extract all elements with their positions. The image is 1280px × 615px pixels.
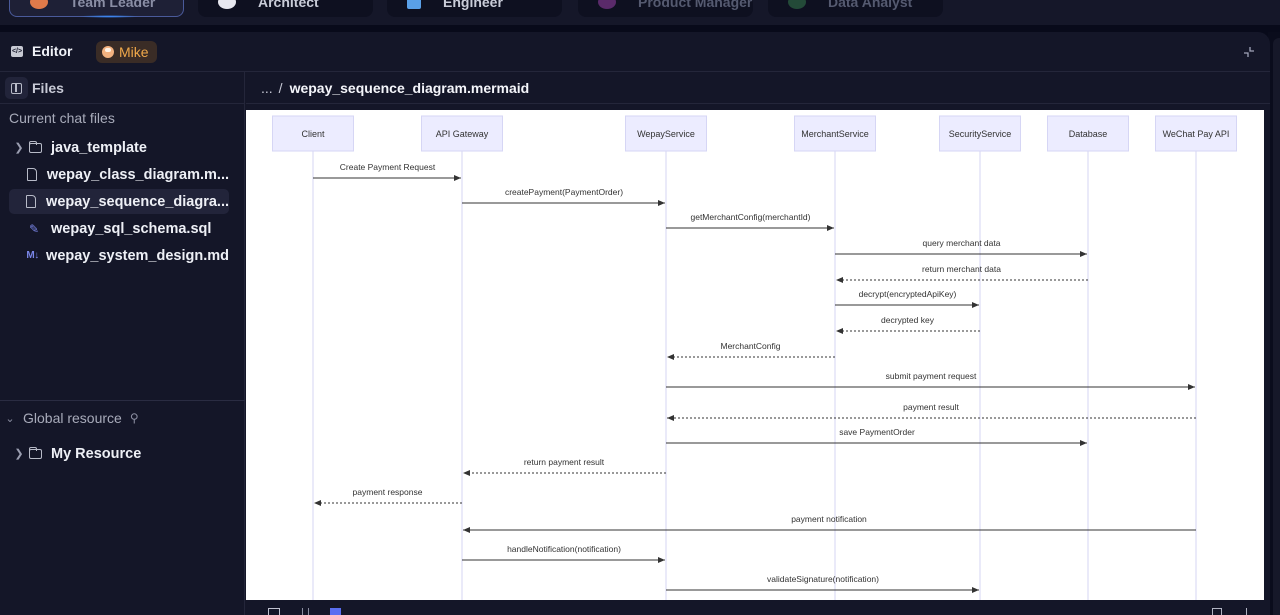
tree-item-sql-schema[interactable]: ✎ wepay_sql_schema.sql: [9, 216, 229, 241]
tree-item-label: wepay_system_design.md: [46, 247, 229, 264]
diagram-canvas[interactable]: Client API Gateway WepayService MerchantSer…: [246, 110, 1264, 600]
avatar: [102, 46, 114, 58]
color-icon[interactable]: [330, 608, 341, 615]
role-tab-product-manager[interactable]: Product Manager: [578, 0, 753, 17]
sql-file-icon: ✎: [29, 221, 40, 236]
settings-icon[interactable]: [268, 608, 280, 615]
user-chip[interactable]: Mike: [96, 41, 157, 63]
files-label: Files: [32, 80, 64, 96]
global-resource-header[interactable]: ⌄ Global resource ⚲: [0, 408, 139, 428]
tree-item-label: wepay_sql_schema.sql: [51, 220, 212, 237]
role-tab-label: Product Manager: [638, 0, 753, 10]
role-tab-label: Architect: [258, 0, 319, 10]
actor-label: MerchantService: [801, 129, 869, 139]
message-label: getMerchantConfig(merchantId): [690, 212, 810, 222]
breadcrumb-file: wepay_sequence_diagram.mermaid: [289, 79, 530, 96]
breadcrumb-separator: /: [278, 79, 283, 96]
person-lock-icon: ⚲: [129, 411, 139, 425]
role-tab-label: Team Leader: [70, 0, 156, 10]
message-label: payment result: [903, 402, 959, 412]
chevron-down-icon[interactable]: ⌄: [1, 412, 19, 425]
message-label: save PaymentOrder: [839, 427, 915, 437]
file-sidebar: Files Current chat files ❯ java_template…: [0, 72, 245, 615]
actor-label: Database: [1069, 129, 1108, 139]
message-label: return payment result: [524, 457, 605, 467]
user-name: Mike: [119, 44, 149, 60]
more-icon[interactable]: [1246, 608, 1248, 615]
tree-item-label: wepay_class_diagram.m...: [46, 166, 229, 183]
message-label: MerchantConfig: [720, 341, 780, 351]
message-label: submit payment request: [886, 371, 977, 381]
role-tab-label: Data Analyst: [828, 0, 913, 10]
editor-panel: </> Editor Mike Files Current chat files…: [0, 32, 1270, 615]
message-label: query merchant data: [923, 238, 1001, 248]
actor-label: Client: [301, 129, 325, 139]
message-label: payment notification: [791, 514, 867, 524]
sidebar-toggle-icon[interactable]: [5, 77, 28, 99]
message-label: createPayment(PaymentOrder): [505, 187, 623, 197]
architect-icon: [218, 0, 236, 9]
right-panel-edge: [1273, 38, 1280, 615]
message-label: payment response: [353, 487, 423, 497]
tree-item-sequence-diagram[interactable]: wepay_sequence_diagra...: [9, 189, 229, 214]
product-manager-icon: [598, 0, 616, 9]
tree-item-label: My Resource: [51, 445, 142, 462]
tree-item-label: wepay_sequence_diagra...: [46, 193, 229, 210]
editor-title: Editor: [32, 43, 73, 59]
message-label: handleNotification(notification): [507, 544, 621, 554]
actor-label: WepayService: [637, 129, 695, 139]
message-label: Create Payment Request: [340, 162, 436, 172]
global-resource-title: Global resource: [23, 410, 122, 426]
folder-icon: [28, 446, 42, 459]
role-tab-bar: Team Leader Architect Engineer Product M…: [0, 0, 1280, 25]
editor-header: </> Editor Mike: [0, 32, 1270, 72]
role-tab-architect[interactable]: Architect: [198, 0, 373, 17]
tree-item-java-template[interactable]: ❯ java_template: [9, 135, 229, 160]
message-label: decrypted key: [881, 315, 935, 325]
file-icon: [26, 168, 37, 181]
file-icon: [26, 195, 37, 208]
tree-item-my-resource[interactable]: ❯ My Resource: [9, 441, 229, 466]
markdown-icon: M↓: [26, 250, 39, 261]
bottom-toolbar: [246, 600, 1270, 615]
actor-label: SecurityService: [949, 129, 1012, 139]
chevron-right-icon[interactable]: ❯: [9, 447, 29, 460]
copy-icon[interactable]: [1212, 608, 1222, 615]
collapse-icon[interactable]: [1242, 45, 1256, 59]
code-icon: </>: [11, 46, 23, 57]
sidebar-divider: [0, 400, 245, 401]
message-label: validateSignature(notification): [767, 574, 879, 584]
folder-icon: [28, 140, 42, 153]
message-label: return merchant data: [922, 264, 1001, 274]
files-header: Files: [0, 72, 245, 104]
sequence-diagram: Client API Gateway WepayService MerchantSer…: [272, 115, 1237, 600]
message-label: decrypt(encryptedApiKey): [859, 289, 957, 299]
actor-label: API Gateway: [436, 129, 489, 139]
chevron-right-icon[interactable]: ❯: [9, 141, 29, 154]
data-analyst-icon: [788, 0, 806, 9]
tree-item-system-design[interactable]: M↓ wepay_system_design.md: [9, 243, 229, 268]
role-tab-data-analyst[interactable]: Data Analyst: [768, 0, 943, 17]
role-tab-team-leader[interactable]: Team Leader: [9, 0, 184, 18]
team-leader-icon: [30, 0, 48, 9]
engineer-icon: [407, 0, 421, 9]
role-tab-engineer[interactable]: Engineer: [387, 0, 562, 17]
tree-item-label: java_template: [51, 139, 147, 156]
breadcrumb: ... / wepay_sequence_diagram.mermaid: [246, 72, 1270, 104]
role-tab-label: Engineer: [443, 0, 503, 10]
editor-main: ... / wepay_sequence_diagram.mermaid Cli…: [246, 72, 1270, 615]
tree-item-class-diagram[interactable]: wepay_class_diagram.m...: [9, 162, 229, 187]
grid-icon[interactable]: [302, 608, 309, 615]
current-chat-files-title: Current chat files: [9, 110, 115, 126]
breadcrumb-ellipsis[interactable]: ...: [261, 80, 273, 96]
actor-label: WeChat Pay API: [1163, 129, 1230, 139]
